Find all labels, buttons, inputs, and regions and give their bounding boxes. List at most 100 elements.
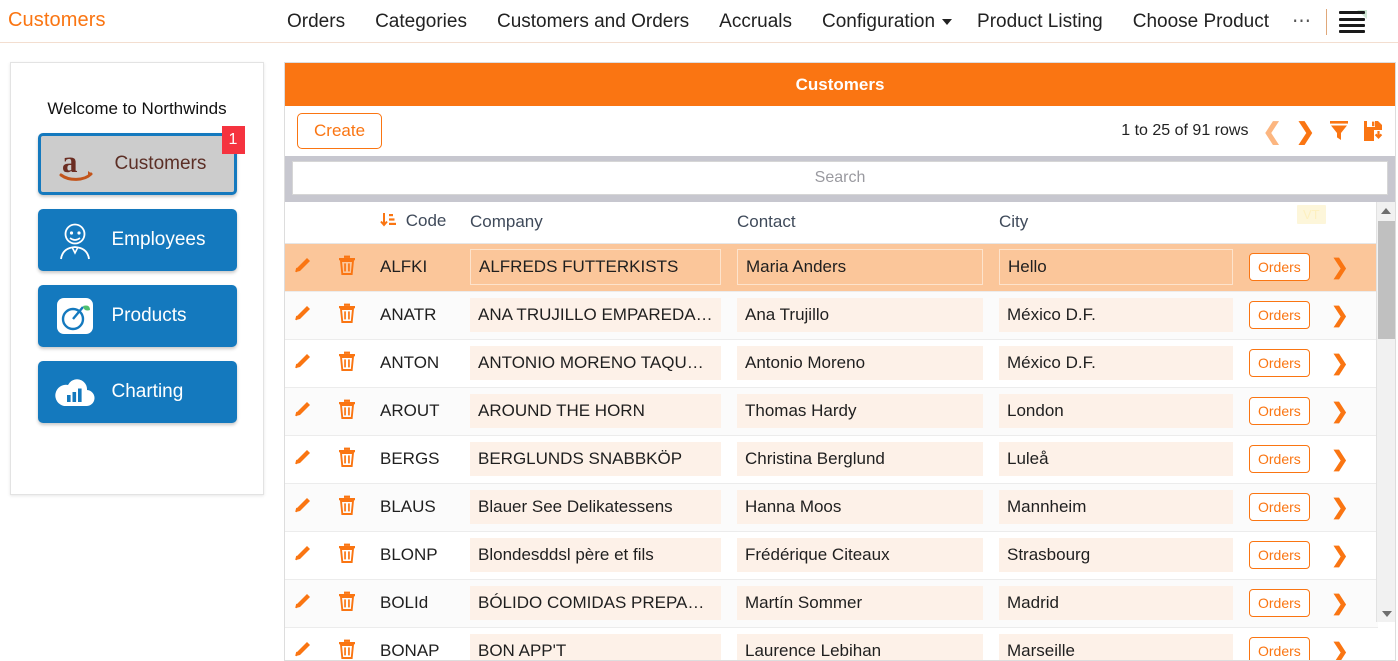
company-value[interactable]: Blondesddsl père et fils: [470, 538, 721, 572]
sort-ascending-icon[interactable]: [380, 214, 401, 233]
pencil-edit-icon[interactable]: [293, 356, 313, 375]
orders-button[interactable]: Orders: [1249, 493, 1310, 521]
nav-item-configuration[interactable]: Configuration: [807, 0, 962, 43]
chevron-right-icon[interactable]: ❯: [1331, 640, 1349, 661]
create-button[interactable]: Create: [297, 113, 382, 149]
chevron-right-icon[interactable]: ❯: [1296, 120, 1315, 143]
table-row[interactable]: BLONPBlondesddsl père et filsFrédérique …: [285, 531, 1378, 579]
table-row[interactable]: ANTONANTONIO MORENO TAQUE…Antonio Moreno…: [285, 339, 1378, 387]
city-value[interactable]: Hello: [999, 249, 1233, 285]
contact-value[interactable]: Laurence Lebihan: [737, 634, 983, 661]
nav-item-choose-product[interactable]: Choose Product: [1118, 0, 1284, 43]
scrollbar-thumb[interactable]: [1378, 221, 1395, 339]
scroll-down-arrow[interactable]: [1377, 605, 1396, 622]
chevron-right-icon[interactable]: ❯: [1331, 256, 1349, 279]
column-header-city[interactable]: City: [991, 202, 1241, 243]
chevron-right-icon[interactable]: ❯: [1331, 544, 1349, 567]
pencil-edit-icon[interactable]: [293, 500, 313, 519]
contact-value[interactable]: Ana Trujillo: [737, 298, 983, 332]
company-value[interactable]: BERGLUNDS SNABBKÖP: [470, 442, 721, 476]
column-header-code[interactable]: Code: [372, 202, 462, 243]
orders-button[interactable]: Orders: [1249, 541, 1310, 569]
chevron-right-icon[interactable]: ❯: [1331, 304, 1349, 327]
trash-delete-icon[interactable]: [338, 260, 356, 279]
pencil-edit-icon[interactable]: [293, 452, 313, 471]
trash-delete-icon[interactable]: [338, 452, 356, 471]
table-row[interactable]: BLAUSBlauer See DelikatessensHanna MoosM…: [285, 483, 1378, 531]
city-value[interactable]: Madrid: [999, 586, 1233, 620]
trash-delete-icon[interactable]: [338, 644, 356, 661]
city-value[interactable]: Luleå: [999, 442, 1233, 476]
chevron-right-icon[interactable]: ❯: [1331, 592, 1349, 615]
search-input[interactable]: [292, 161, 1388, 195]
sidebar-item-charting[interactable]: Charting: [38, 361, 237, 423]
table-row[interactable]: AROUTAROUND THE HORNThomas HardyLondonOr…: [285, 387, 1378, 435]
city-value[interactable]: Strasbourg: [999, 538, 1233, 572]
city-value[interactable]: London: [999, 394, 1233, 428]
brand-title[interactable]: Customers: [8, 9, 106, 32]
trash-delete-icon[interactable]: [338, 404, 356, 423]
table-row[interactable]: BONAPBON APP'TLaurence LebihanMarseilleO…: [285, 627, 1378, 661]
contact-value[interactable]: Thomas Hardy: [737, 394, 983, 428]
nav-overflow-icon[interactable]: ⋯: [1284, 0, 1320, 43]
orders-button[interactable]: Orders: [1249, 301, 1310, 329]
trash-delete-icon[interactable]: [338, 548, 356, 567]
orders-button[interactable]: Orders: [1249, 253, 1310, 281]
sidebar-item-customers[interactable]: a Customers 1: [38, 133, 237, 195]
city-value[interactable]: México D.F.: [999, 346, 1233, 380]
contact-value[interactable]: Christina Berglund: [737, 442, 983, 476]
nav-item-accruals[interactable]: Accruals: [704, 0, 807, 43]
scroll-up-arrow[interactable]: [1377, 202, 1395, 219]
company-value[interactable]: BÓLIDO COMIDAS PREPARA…: [470, 586, 721, 620]
column-header-company[interactable]: Company: [462, 202, 729, 243]
nav-item-product-listing[interactable]: Product Listing: [962, 0, 1118, 43]
trash-delete-icon[interactable]: [338, 596, 356, 615]
table-row[interactable]: ANATRANA TRUJILLO EMPAREDAD…Ana Trujillo…: [285, 291, 1378, 339]
contact-value[interactable]: Antonio Moreno: [737, 346, 983, 380]
nav-item-categories[interactable]: Categories: [360, 0, 482, 43]
contact-value[interactable]: Hanna Moos: [737, 490, 983, 524]
trash-delete-icon[interactable]: [338, 356, 356, 375]
company-value[interactable]: ALFREDS FUTTERKISTS: [470, 249, 721, 285]
chevron-right-icon[interactable]: ❯: [1331, 352, 1349, 375]
sidebar-item-employees[interactable]: Employees: [38, 209, 237, 271]
table-row[interactable]: BOLIdBÓLIDO COMIDAS PREPARA…Martín Somme…: [285, 579, 1378, 627]
company-value[interactable]: BON APP'T: [470, 634, 721, 661]
pencil-edit-icon[interactable]: [293, 548, 313, 567]
nav-item-customers-and-orders[interactable]: Customers and Orders: [482, 0, 704, 43]
company-value[interactable]: AROUND THE HORN: [470, 394, 721, 428]
nav-item-orders[interactable]: Orders: [272, 0, 360, 43]
orders-button[interactable]: Orders: [1249, 445, 1310, 473]
chevron-right-icon[interactable]: ❯: [1331, 496, 1349, 519]
pencil-edit-icon[interactable]: [293, 260, 313, 279]
trash-delete-icon[interactable]: [338, 500, 356, 519]
save-download-icon[interactable]: [1363, 120, 1383, 142]
contact-value[interactable]: Martín Sommer: [737, 586, 983, 620]
company-value[interactable]: ANTONIO MORENO TAQUE…: [470, 346, 721, 380]
chevron-right-icon[interactable]: ❯: [1331, 400, 1349, 423]
orders-button[interactable]: Orders: [1249, 589, 1310, 617]
grid-scrollbar[interactable]: [1376, 202, 1395, 622]
contact-value[interactable]: Maria Anders: [737, 249, 983, 285]
pencil-edit-icon[interactable]: [293, 308, 313, 327]
table-row[interactable]: BERGSBERGLUNDS SNABBKÖPChristina Berglun…: [285, 435, 1378, 483]
sidebar-item-products[interactable]: Products: [38, 285, 237, 347]
company-value[interactable]: Blauer See Delikatessens: [470, 490, 721, 524]
trash-delete-icon[interactable]: [338, 308, 356, 327]
orders-button[interactable]: Orders: [1249, 349, 1310, 377]
orders-button[interactable]: Orders: [1249, 397, 1310, 425]
pencil-edit-icon[interactable]: [293, 596, 313, 615]
city-value[interactable]: Marseille: [999, 634, 1233, 661]
contact-value[interactable]: Frédérique Citeaux: [737, 538, 983, 572]
chevron-left-icon[interactable]: ❮: [1262, 120, 1281, 143]
orders-button[interactable]: Orders: [1249, 637, 1310, 661]
pencil-edit-icon[interactable]: [293, 644, 313, 661]
city-value[interactable]: México D.F.: [999, 298, 1233, 332]
funnel-filter-icon[interactable]: [1329, 120, 1349, 142]
hamburger-icon[interactable]: [1339, 11, 1367, 33]
table-row[interactable]: ALFKIALFREDS FUTTERKISTSMaria AndersHell…: [285, 243, 1378, 291]
pencil-edit-icon[interactable]: [293, 404, 313, 423]
column-header-contact[interactable]: Contact: [729, 202, 991, 243]
company-value[interactable]: ANA TRUJILLO EMPAREDAD…: [470, 298, 721, 332]
city-value[interactable]: Mannheim: [999, 490, 1233, 524]
